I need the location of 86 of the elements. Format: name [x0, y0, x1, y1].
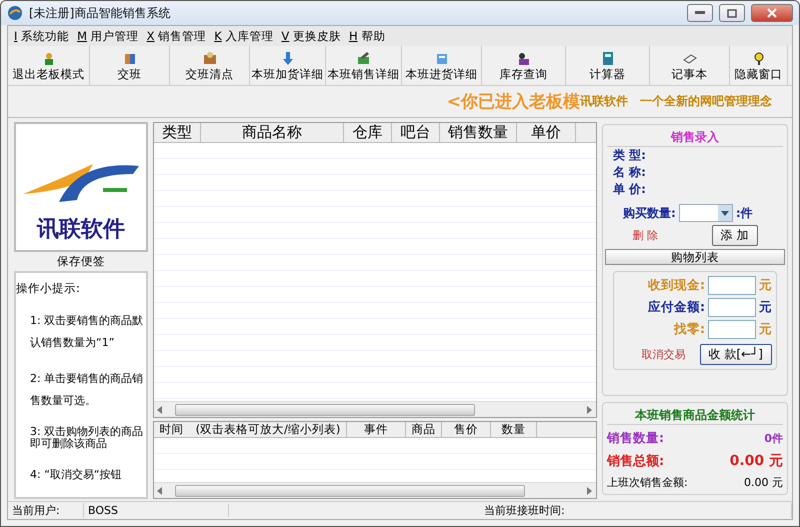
- maximize-button[interactable]: [719, 4, 745, 22]
- logo-caption: 保存便签: [56, 253, 106, 270]
- minimize-icon: [695, 11, 705, 15]
- menu-item[interactable]: V 更换皮肤: [281, 28, 341, 44]
- slogan: 讯联软件 一个全新的网吧管理理念: [580, 94, 772, 108]
- mode-notice: <你已进入老板模: [446, 91, 580, 113]
- cart-list-button[interactable]: 购物列表: [605, 249, 785, 265]
- column-header[interactable]: 类型: [154, 123, 201, 142]
- unit-label: 元: [759, 299, 772, 316]
- quantity-select[interactable]: [678, 204, 733, 222]
- payment-input[interactable]: [708, 276, 756, 295]
- total-value: 0.00 元: [730, 452, 783, 470]
- toolbar-button[interactable]: 计算器: [566, 46, 650, 85]
- column-header[interactable]: 事件: [347, 422, 406, 437]
- column-header[interactable]: 吧台: [392, 123, 440, 142]
- toolbar-button[interactable]: 交班清点: [170, 46, 250, 85]
- clipboard-icon: [202, 51, 218, 66]
- toolbar-button[interactable]: 记事本: [650, 46, 730, 85]
- field-label: 名 称:: [612, 164, 647, 181]
- column-header[interactable]: 商品: [406, 422, 442, 437]
- total-label: 销售总额:: [607, 452, 664, 470]
- toolbar-button[interactable]: 库存查询: [482, 46, 566, 85]
- panel-title: 本班销售商品金额统计: [607, 407, 783, 425]
- payment-input[interactable]: [708, 298, 756, 317]
- toolbar-button[interactable]: 本班销售详细: [326, 46, 402, 85]
- last-label: 上班次销售金额:: [607, 475, 688, 490]
- window-title: [未注册]商品智能销售系统: [29, 4, 172, 22]
- user-label: 当前用户:: [8, 503, 84, 518]
- column-header[interactable]: 时间 (双击表格可放大/缩小列表): [154, 422, 347, 437]
- menu-item[interactable]: M 用户管理: [77, 28, 139, 44]
- close-icon: [767, 8, 777, 18]
- menu-item[interactable]: H 帮助: [348, 28, 386, 44]
- logo-text: 讯联软件: [37, 215, 125, 244]
- delete-link[interactable]: 删 除: [632, 228, 658, 243]
- scroll-left-icon[interactable]: [157, 406, 163, 414]
- add-button[interactable]: 添 加: [712, 225, 758, 246]
- cancel-link[interactable]: 取消交易: [642, 347, 686, 362]
- scrollbar-thumb[interactable]: [175, 484, 525, 496]
- maximize-icon: [727, 8, 737, 18]
- toolbar-button[interactable]: 本班进货详细: [402, 46, 482, 85]
- tips-title: 操作小提示:: [16, 281, 81, 296]
- payment-label: 应付金额:: [648, 299, 705, 316]
- minimize-button[interactable]: [687, 4, 713, 22]
- payment-input[interactable]: [708, 320, 756, 339]
- payment-label: 收到现金:: [648, 277, 705, 294]
- scroll-right-icon[interactable]: [587, 406, 593, 414]
- tip-text: 3: 双击购物列表的商品即可删除该商品: [29, 426, 144, 450]
- column-header[interactable]: 销售数量: [440, 123, 517, 142]
- menu-item[interactable]: K 入库管理: [214, 28, 274, 44]
- payment-label: 找零:: [674, 321, 705, 338]
- column-header[interactable]: 仓库: [344, 123, 392, 142]
- shift-time-label: 当前班接班时间:: [480, 503, 792, 518]
- column-header[interactable]: 售价: [442, 422, 491, 437]
- tip-text: 2: 单击要销售的商品销售数量可选。: [29, 371, 144, 409]
- column-header[interactable]: 商品名称: [201, 123, 344, 142]
- dropdown-icon: [720, 210, 729, 216]
- last-value: 0.00 元: [744, 475, 783, 490]
- quantity-label: 购买数量:: [622, 204, 676, 222]
- toolbar-button[interactable]: 退出老板模式: [8, 46, 90, 85]
- pay-button[interactable]: 收 款[←┘]: [700, 344, 772, 365]
- toolbar-button[interactable]: 本班加货详细: [250, 46, 326, 85]
- field-label: 类 型:: [612, 147, 647, 164]
- tip-text: 1: 双击要销售的商品默认销售数量为“1”: [29, 313, 144, 351]
- count-label: 销售数量:: [607, 430, 664, 447]
- unit-label: 元: [759, 277, 772, 294]
- tip-text: 4: “取消交易“按钮: [29, 467, 123, 483]
- unit-label: 元: [759, 321, 772, 338]
- app-logo-icon: [7, 5, 23, 21]
- scroll-left-icon[interactable]: [157, 486, 163, 494]
- scrollbar-thumb[interactable]: [175, 404, 475, 416]
- column-header[interactable]: 数量: [491, 422, 537, 437]
- column-header[interactable]: 单价: [517, 123, 576, 142]
- menu-item[interactable]: I 系统功能: [14, 28, 70, 44]
- toolbar-button[interactable]: 交班: [90, 46, 170, 85]
- toolbar-button[interactable]: 隐藏窗口: [730, 46, 788, 85]
- scroll-right-icon[interactable]: [587, 486, 593, 494]
- pen-icon: [356, 51, 372, 66]
- user-value: BOSS: [84, 504, 229, 517]
- goods-table[interactable]: 类型 商品名称 仓库 吧台 销售数量 单价: [153, 122, 597, 418]
- close-button[interactable]: [751, 4, 793, 22]
- panel-title: 销售录入: [607, 129, 783, 147]
- count-value: 0件: [764, 431, 783, 446]
- unit-label: :件: [736, 204, 753, 222]
- log-table[interactable]: 时间 (双击表格可放大/缩小列表) 事件 商品 售价 数量: [153, 421, 597, 499]
- field-label: 单 价:: [612, 181, 647, 198]
- menu-item[interactable]: X 销售管理: [146, 28, 206, 44]
